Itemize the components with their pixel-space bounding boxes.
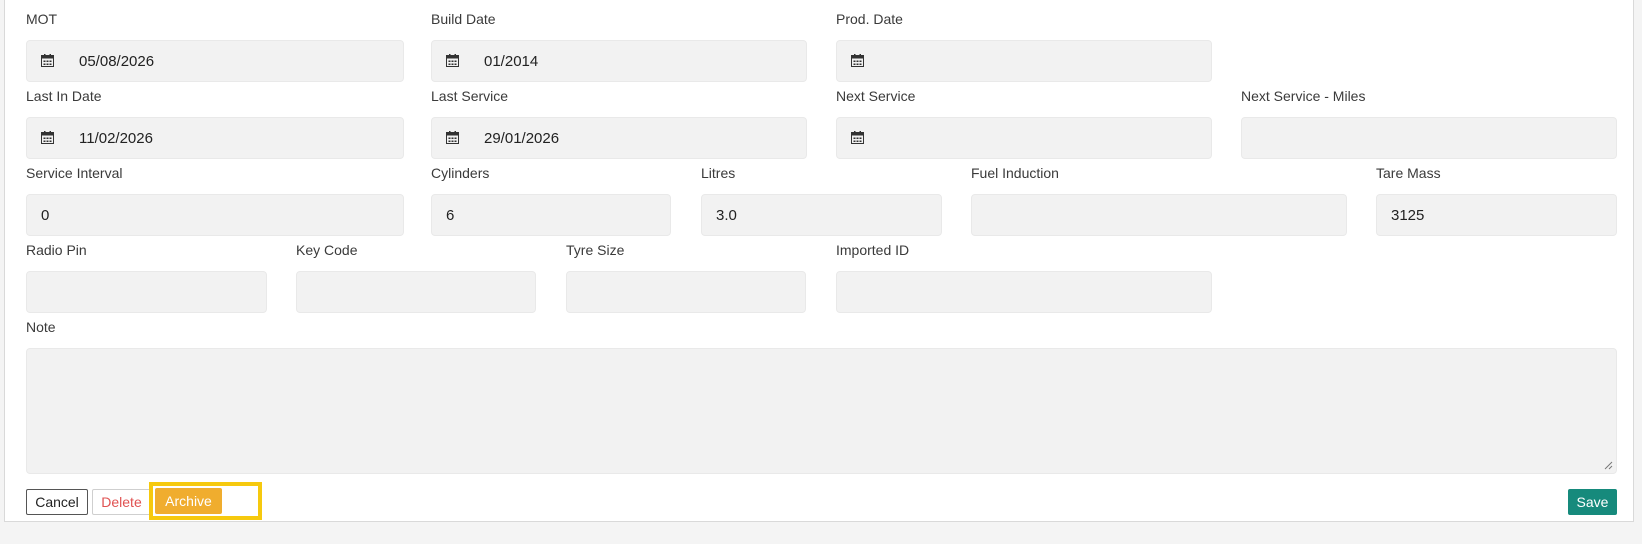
tyre-size-field: Tyre Size bbox=[566, 242, 806, 314]
next-service-miles-field: Next Service - Miles bbox=[1241, 88, 1617, 160]
build-date-value: 01/2014 bbox=[484, 53, 539, 70]
last-in-date-input[interactable]: 11/02/2026 bbox=[26, 117, 404, 159]
last-service-field: Last Service 29/01/2026 bbox=[431, 88, 807, 160]
calendar-icon bbox=[41, 54, 54, 67]
fuel-induction-label: Fuel Induction bbox=[971, 165, 1059, 181]
imported-id-label: Imported ID bbox=[836, 242, 910, 258]
prod-date-input[interactable] bbox=[836, 40, 1212, 82]
cylinders-value: 6 bbox=[446, 207, 455, 224]
litres-field: Litres 3.0 bbox=[701, 165, 942, 237]
calendar-icon bbox=[41, 131, 54, 144]
tare-mass-input[interactable]: 3125 bbox=[1376, 194, 1617, 236]
build-date-field: Build Date 01/2014 bbox=[431, 11, 807, 83]
litres-label: Litres bbox=[701, 165, 736, 181]
radio-pin-input[interactable] bbox=[26, 271, 267, 313]
last-in-date-value: 11/02/2026 bbox=[79, 130, 153, 147]
next-service-miles-label: Next Service - Miles bbox=[1241, 88, 1366, 104]
fuel-induction-field: Fuel Induction bbox=[971, 165, 1347, 237]
tare-mass-label: Tare Mass bbox=[1376, 165, 1441, 181]
mot-label: MOT bbox=[26, 11, 58, 27]
build-date-label: Build Date bbox=[431, 11, 496, 27]
key-code-label: Key Code bbox=[296, 242, 358, 258]
calendar-icon bbox=[851, 131, 864, 144]
delete-button[interactable]: Delete bbox=[92, 489, 151, 515]
service-interval-input[interactable]: 0 bbox=[26, 194, 404, 236]
cylinders-field: Cylinders 6 bbox=[431, 165, 671, 237]
cylinders-input[interactable]: 6 bbox=[431, 194, 671, 236]
tare-mass-value: 3125 bbox=[1391, 207, 1425, 224]
radio-pin-field: Radio Pin bbox=[26, 242, 267, 314]
note-field: Note bbox=[26, 319, 1617, 475]
archive-button[interactable]: Archive bbox=[155, 488, 222, 514]
last-in-date-label: Last In Date bbox=[26, 88, 102, 104]
save-button[interactable]: Save bbox=[1568, 489, 1617, 515]
tare-mass-field: Tare Mass 3125 bbox=[1376, 165, 1617, 237]
tyre-size-label: Tyre Size bbox=[566, 242, 625, 258]
next-service-input[interactable] bbox=[836, 117, 1212, 159]
note-textarea[interactable] bbox=[26, 348, 1617, 474]
last-service-label: Last Service bbox=[431, 88, 509, 104]
tyre-size-input[interactable] bbox=[566, 271, 806, 313]
calendar-icon bbox=[446, 131, 459, 144]
imported-id-field: Imported ID bbox=[836, 242, 1212, 314]
mot-field: MOT 05/08/2026 bbox=[26, 11, 404, 83]
last-in-date-field: Last In Date 11/02/2026 bbox=[26, 88, 404, 160]
resize-grip-icon[interactable] bbox=[1604, 461, 1613, 470]
note-label: Note bbox=[26, 319, 56, 335]
cancel-button[interactable]: Cancel bbox=[26, 489, 88, 515]
prod-date-field: Prod. Date bbox=[836, 11, 1212, 83]
calendar-icon bbox=[446, 54, 459, 67]
service-interval-field: Service Interval 0 bbox=[26, 165, 404, 237]
key-code-input[interactable] bbox=[296, 271, 536, 313]
last-service-input[interactable]: 29/01/2026 bbox=[431, 117, 807, 159]
cylinders-label: Cylinders bbox=[431, 165, 490, 181]
radio-pin-label: Radio Pin bbox=[26, 242, 87, 258]
last-service-value: 29/01/2026 bbox=[484, 130, 560, 147]
next-service-label: Next Service bbox=[836, 88, 916, 104]
fuel-induction-input[interactable] bbox=[971, 194, 1347, 236]
next-service-miles-input[interactable] bbox=[1241, 117, 1617, 159]
build-date-input[interactable]: 01/2014 bbox=[431, 40, 807, 82]
prod-date-label: Prod. Date bbox=[836, 11, 903, 27]
litres-value: 3.0 bbox=[716, 207, 737, 224]
next-service-field: Next Service bbox=[836, 88, 1212, 160]
service-interval-value: 0 bbox=[41, 207, 50, 224]
mot-input[interactable]: 05/08/2026 bbox=[26, 40, 404, 82]
litres-input[interactable]: 3.0 bbox=[701, 194, 942, 236]
mot-value: 05/08/2026 bbox=[79, 53, 155, 70]
service-interval-label: Service Interval bbox=[26, 165, 123, 181]
calendar-icon bbox=[851, 54, 864, 67]
imported-id-input[interactable] bbox=[836, 271, 1212, 313]
key-code-field: Key Code bbox=[296, 242, 536, 314]
